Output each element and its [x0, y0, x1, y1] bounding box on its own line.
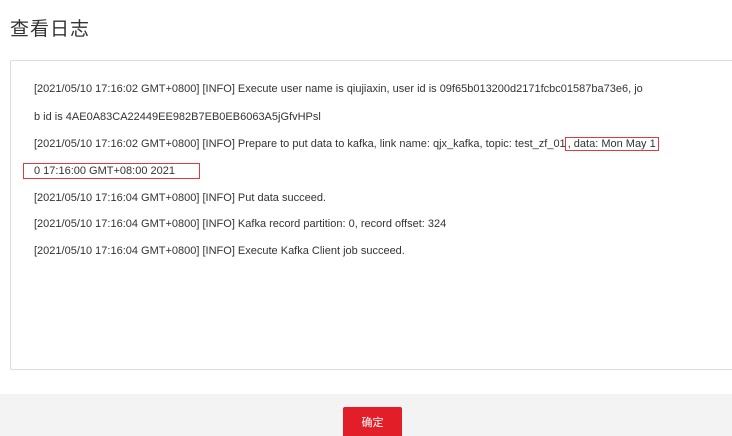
dialog-title: 查看日志 — [10, 18, 91, 40]
highlighted-data-segment: , data: Mon May 1 — [564, 137, 659, 151]
log-line: [2021/05/10 17:16:04 GMT+0800] [INFO] Ex… — [34, 245, 405, 257]
log-line: [2021/05/10 17:16:02 GMT+0800] [INFO] Pr… — [34, 137, 659, 151]
log-line: 0 17:16:00 GMT+08:00 2021 — [23, 163, 200, 179]
log-dialog: 查看日志 [2021/05/10 17:16:02 GMT+0800] [INF… — [0, 0, 732, 436]
log-line: b id is 4AE0A83CA22449EE982B7EB0EB6063A5… — [34, 111, 321, 123]
log-output-box[interactable]: [2021/05/10 17:16:02 GMT+0800] [INFO] Ex… — [10, 60, 732, 370]
log-line: [2021/05/10 17:16:04 GMT+0800] [INFO] Pu… — [34, 192, 326, 204]
log-line: [2021/05/10 17:16:02 GMT+0800] [INFO] Ex… — [34, 83, 643, 95]
highlighted-data-segment: 0 17:16:00 GMT+08:00 2021 — [23, 163, 200, 179]
log-line-text: [2021/05/10 17:16:02 GMT+0800] [INFO] Pr… — [34, 138, 566, 150]
dialog-footer: 确定 — [0, 394, 732, 436]
log-line: [2021/05/10 17:16:04 GMT+0800] [INFO] Ka… — [34, 218, 447, 230]
ok-button[interactable]: 确定 — [343, 407, 402, 436]
